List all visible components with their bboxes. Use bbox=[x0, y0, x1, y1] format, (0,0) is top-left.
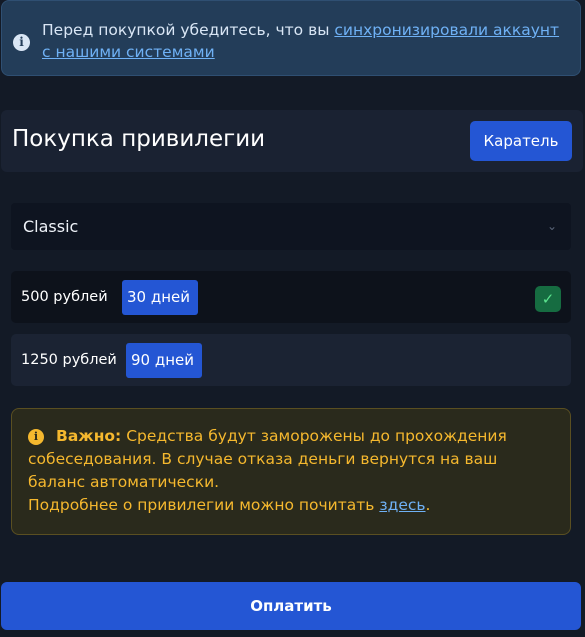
option-duration-badge: 30 дней bbox=[122, 280, 198, 315]
check-icon: ✓ bbox=[535, 286, 561, 312]
sync-info-alert: i Перед покупкой убедитесь, что вы синхр… bbox=[1, 0, 581, 76]
option-duration-badge: 90 дней bbox=[126, 343, 202, 378]
privilege-select-value: Classic bbox=[23, 217, 79, 236]
important-warning-alert: i Важно: Средства будут заморожены до про… bbox=[11, 408, 571, 535]
chevron-down-icon: ⌄ bbox=[546, 219, 557, 233]
pay-button[interactable]: Оплатить bbox=[1, 582, 581, 630]
info-alert-text: Перед покупкой убедитесь, что вы bbox=[42, 21, 335, 39]
info-icon: i bbox=[13, 34, 30, 51]
privilege-info-link[interactable]: здесь bbox=[379, 496, 425, 514]
warning-label: Важно: bbox=[56, 427, 122, 445]
duration-option-30[interactable]: 500 рублей 30 дней ✓ bbox=[11, 271, 571, 323]
option-price: 1250 рублей bbox=[21, 352, 117, 368]
warning-icon: i bbox=[28, 429, 44, 445]
purchase-header: Покупка привилегии Каратель bbox=[1, 110, 583, 172]
warning-more-text: Подробнее о привилегии можно почитать bbox=[28, 496, 380, 514]
warning-more-suffix: . bbox=[425, 496, 431, 514]
page-title: Покупка привилегии bbox=[12, 126, 266, 152]
category-button[interactable]: Каратель bbox=[470, 121, 572, 161]
duration-option-90[interactable]: 1250 рублей 90 дней bbox=[11, 334, 571, 386]
privilege-select[interactable]: Classic ⌄ bbox=[11, 203, 571, 250]
purchase-page: i Перед покупкой убедитесь, что вы синхр… bbox=[0, 0, 585, 637]
option-price: 500 рублей bbox=[21, 289, 108, 305]
